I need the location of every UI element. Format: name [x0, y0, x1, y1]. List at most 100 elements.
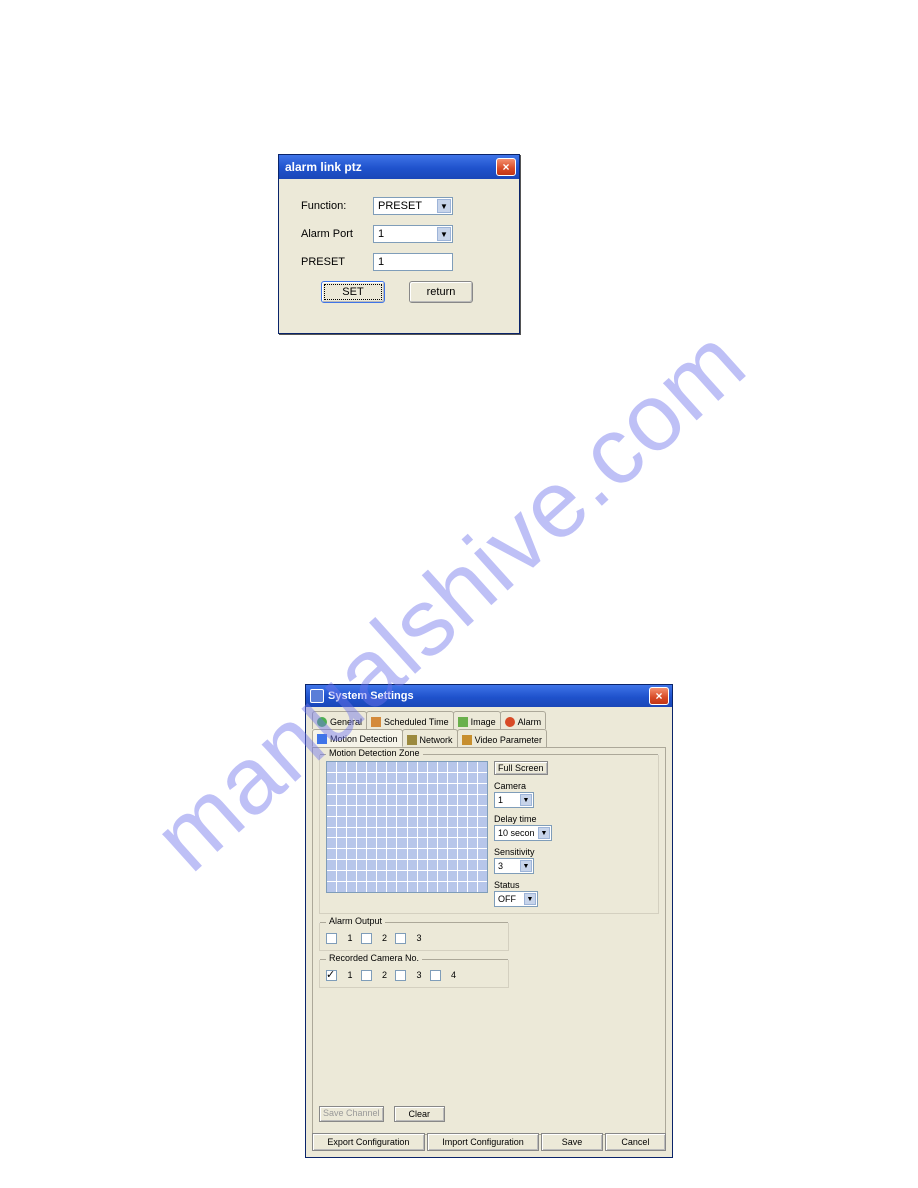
motion-grid[interactable]	[326, 761, 488, 893]
grid-cell[interactable]	[357, 784, 366, 794]
grid-cell[interactable]	[448, 871, 457, 881]
alarm-port-select[interactable]: 1 ▼	[373, 225, 453, 243]
grid-cell[interactable]	[428, 871, 437, 881]
checkbox[interactable]	[395, 933, 406, 944]
grid-cell[interactable]	[327, 849, 336, 859]
grid-cell[interactable]	[397, 817, 406, 827]
grid-cell[interactable]	[438, 762, 447, 772]
import-config-button[interactable]: Import Configuration	[427, 1133, 540, 1151]
grid-cell[interactable]	[408, 784, 417, 794]
grid-cell[interactable]	[418, 762, 427, 772]
grid-cell[interactable]	[387, 773, 396, 783]
grid-cell[interactable]	[397, 871, 406, 881]
grid-cell[interactable]	[408, 828, 417, 838]
grid-cell[interactable]	[347, 838, 356, 848]
grid-cell[interactable]	[347, 773, 356, 783]
preset-input[interactable]: 1	[373, 253, 453, 271]
checkbox[interactable]	[395, 970, 406, 981]
grid-cell[interactable]	[448, 784, 457, 794]
grid-cell[interactable]	[327, 806, 336, 816]
grid-cell[interactable]	[397, 773, 406, 783]
grid-cell[interactable]	[357, 849, 366, 859]
grid-cell[interactable]	[448, 762, 457, 772]
grid-cell[interactable]	[327, 882, 336, 892]
grid-cell[interactable]	[448, 795, 457, 805]
grid-cell[interactable]	[367, 817, 376, 827]
tab-general[interactable]: General	[312, 711, 367, 729]
grid-cell[interactable]	[418, 806, 427, 816]
grid-cell[interactable]	[367, 849, 376, 859]
grid-cell[interactable]	[327, 795, 336, 805]
tab-motion-detection[interactable]: Motion Detection	[312, 729, 403, 747]
grid-cell[interactable]	[418, 849, 427, 859]
grid-cell[interactable]	[408, 795, 417, 805]
grid-cell[interactable]	[468, 795, 477, 805]
grid-cell[interactable]	[468, 806, 477, 816]
grid-cell[interactable]	[387, 882, 396, 892]
grid-cell[interactable]	[458, 828, 467, 838]
grid-cell[interactable]	[397, 795, 406, 805]
grid-cell[interactable]	[448, 806, 457, 816]
grid-cell[interactable]	[377, 882, 386, 892]
grid-cell[interactable]	[438, 773, 447, 783]
grid-cell[interactable]	[438, 817, 447, 827]
grid-cell[interactable]	[438, 849, 447, 859]
delay-select[interactable]: 10 secon▼	[494, 825, 552, 841]
grid-cell[interactable]	[367, 806, 376, 816]
grid-cell[interactable]	[387, 806, 396, 816]
grid-cell[interactable]	[448, 828, 457, 838]
grid-cell[interactable]	[327, 773, 336, 783]
grid-cell[interactable]	[418, 871, 427, 881]
grid-cell[interactable]	[438, 860, 447, 870]
grid-cell[interactable]	[347, 828, 356, 838]
grid-cell[interactable]	[438, 784, 447, 794]
grid-cell[interactable]	[418, 860, 427, 870]
grid-cell[interactable]	[428, 784, 437, 794]
grid-cell[interactable]	[397, 806, 406, 816]
grid-cell[interactable]	[478, 860, 487, 870]
grid-cell[interactable]	[448, 838, 457, 848]
grid-cell[interactable]	[387, 860, 396, 870]
grid-cell[interactable]	[347, 882, 356, 892]
grid-cell[interactable]	[337, 882, 346, 892]
grid-cell[interactable]	[327, 762, 336, 772]
grid-cell[interactable]	[377, 817, 386, 827]
grid-cell[interactable]	[428, 795, 437, 805]
close-button[interactable]: ×	[496, 158, 516, 176]
grid-cell[interactable]	[408, 849, 417, 859]
grid-cell[interactable]	[458, 773, 467, 783]
export-config-button[interactable]: Export Configuration	[312, 1133, 425, 1151]
grid-cell[interactable]	[397, 838, 406, 848]
grid-cell[interactable]	[347, 860, 356, 870]
grid-cell[interactable]	[408, 806, 417, 816]
grid-cell[interactable]	[327, 860, 336, 870]
grid-cell[interactable]	[337, 806, 346, 816]
grid-cell[interactable]	[387, 817, 396, 827]
grid-cell[interactable]	[347, 849, 356, 859]
grid-cell[interactable]	[468, 882, 477, 892]
grid-cell[interactable]	[468, 860, 477, 870]
grid-cell[interactable]	[377, 860, 386, 870]
grid-cell[interactable]	[448, 773, 457, 783]
grid-cell[interactable]	[367, 828, 376, 838]
grid-cell[interactable]	[408, 838, 417, 848]
grid-cell[interactable]	[428, 849, 437, 859]
grid-cell[interactable]	[377, 806, 386, 816]
grid-cell[interactable]	[408, 871, 417, 881]
grid-cell[interactable]	[438, 795, 447, 805]
grid-cell[interactable]	[337, 817, 346, 827]
grid-cell[interactable]	[468, 762, 477, 772]
grid-cell[interactable]	[478, 838, 487, 848]
grid-cell[interactable]	[397, 882, 406, 892]
grid-cell[interactable]	[418, 828, 427, 838]
grid-cell[interactable]	[458, 882, 467, 892]
grid-cell[interactable]	[448, 849, 457, 859]
save-channel-button[interactable]: Save Channel	[319, 1106, 384, 1122]
grid-cell[interactable]	[468, 773, 477, 783]
grid-cell[interactable]	[387, 828, 396, 838]
grid-cell[interactable]	[478, 828, 487, 838]
grid-cell[interactable]	[367, 838, 376, 848]
save-button[interactable]: Save	[541, 1133, 602, 1151]
grid-cell[interactable]	[377, 871, 386, 881]
grid-cell[interactable]	[387, 784, 396, 794]
